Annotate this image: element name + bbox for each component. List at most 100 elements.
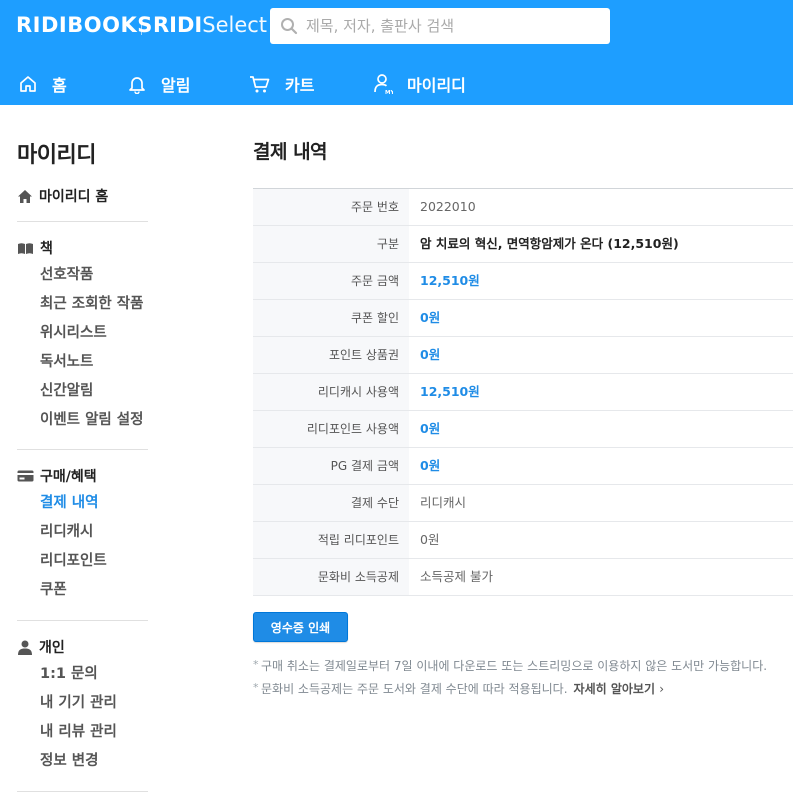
sidebar-purchase-list: 결제 내역 리디캐시 리디포인트 쿠폰 (17, 489, 148, 605)
gnb-myridi[interactable]: MY 마이리디 (373, 72, 466, 96)
cancel-policy-text: 구매 취소는 결제일로부터 7일 이내에 다운로드 또는 스트리밍으로 이용하지… (261, 659, 768, 673)
house-icon (18, 189, 32, 203)
credit-card-icon (17, 470, 34, 482)
tax-deduction-text: 문화비 소득공제는 주문 도서와 결제 수단에 따라 적용됩니다. (261, 682, 568, 696)
learn-more-label: 자세히 알아보기 (573, 682, 655, 696)
gnb-myridi-label: 마이리디 (407, 76, 466, 95)
ridi-select-logo-bold: RIDI (153, 13, 203, 37)
sidebar-item-coupon[interactable]: 쿠폰 (40, 576, 148, 605)
gnb-notification-label: 알림 (161, 76, 191, 95)
chevron-right-icon: › (659, 682, 664, 696)
ridi-select-logo[interactable]: RIDISelect (153, 13, 267, 37)
print-receipt-button[interactable]: 영수증 인쇄 (253, 612, 348, 642)
table-row: 주문 번호 20220108 (253, 189, 793, 226)
sidebar-personal-section: 개인 1:1 문의 내 기기 관리 내 리뷰 관리 정보 변경 (17, 621, 148, 792)
row-value: 0원 (420, 421, 441, 436)
table-row: PG 결제 금액 0원 (253, 448, 793, 485)
gnb-cart[interactable]: 카트 (249, 72, 314, 96)
sidebar-item-ridi-cash[interactable]: 리디캐시 (40, 518, 148, 547)
logo-divider (141, 17, 142, 35)
row-label: 리디포인트 사용액 (253, 411, 409, 447)
table-row: 결제 수단 리디캐시 (253, 485, 793, 522)
row-label: 문화비 소득공제 (253, 559, 409, 595)
table-row: 주문 금액 12,510원 (253, 263, 793, 300)
ridi-select-logo-light: Select (202, 13, 268, 37)
sidebar-item-reading-notes[interactable]: 독서노트 (40, 348, 148, 377)
row-value: 소득공제 불가 (420, 569, 493, 584)
row-value: 0원 (420, 347, 441, 362)
search-input[interactable] (306, 17, 596, 35)
sidebar-home-section: 마이리디 홈 (17, 186, 148, 222)
sidebar-book-list: 선호작품 최근 조회한 작품 위시리스트 독서노트 신간알림 이벤트 알림 설정 (17, 261, 148, 435)
row-label: 쿠폰 할인 (253, 300, 409, 336)
row-value: 12,510원 (420, 384, 480, 399)
row-label: PG 결제 금액 (253, 448, 409, 484)
row-label: 리디캐시 사용액 (253, 374, 409, 410)
table-row: 리디포인트 사용액 0원 (253, 411, 793, 448)
row-label: 결제 수단 (253, 485, 409, 521)
gnb-cart-label: 카트 (285, 76, 315, 95)
cancel-policy-note: 구매 취소는 결제일로부터 7일 이내에 다운로드 또는 스트리밍으로 이용하지… (253, 657, 793, 681)
sidebar-item-wishlist[interactable]: 위시리스트 (40, 319, 148, 348)
tax-deduction-note: 문화비 소득공제는 주문 도서와 결제 수단에 따라 적용됩니다. 자세히 알아보… (253, 680, 793, 704)
row-label: 적립 리디포인트 (253, 522, 409, 558)
global-nav: 홈 알림 카트 MY 마이리디 (0, 62, 793, 105)
sidebar-item-myridi-home-label: 마이리디 홈 (39, 189, 109, 205)
sidebar-item-event-alert-settings[interactable]: 이벤트 알림 설정 (40, 406, 148, 435)
sidebar-item-ridi-point[interactable]: 리디포인트 (40, 547, 148, 576)
sidebar-item-device-management[interactable]: 내 기기 관리 (40, 689, 148, 718)
cart-icon (250, 76, 270, 93)
sidebar-purchase-heading: 구매/혜택 (17, 466, 148, 486)
row-label: 주문 번호 (253, 189, 409, 225)
book-icon (18, 242, 33, 254)
sidebar-book-title: 책 (40, 241, 53, 257)
table-row: 쿠폰 할인 0원 (253, 300, 793, 337)
table-row: 적립 리디포인트 0원 (253, 522, 793, 559)
person-icon (18, 640, 32, 655)
sidebar-personal-heading: 개인 (17, 637, 148, 657)
gnb-home-label: 홈 (52, 76, 67, 95)
main-content: 결제 내역 주문 번호 20220108 구분 암 치료의 혁신, 면역항암제가… (253, 137, 793, 696)
payment-detail-table: 주문 번호 20220108 구분 암 치료의 혁신, 면역항암제가 온다 (1… (253, 188, 793, 596)
page-title: 결제 내역 (253, 141, 328, 163)
search-icon (281, 18, 298, 35)
bell-icon (129, 77, 145, 94)
sidebar-item-edit-info[interactable]: 정보 변경 (40, 747, 148, 776)
sidebar-item-new-release-alert[interactable]: 신간알림 (40, 377, 148, 406)
table-row: 리디캐시 사용액 12,510원 (253, 374, 793, 411)
table-row: 구분 암 치료의 혁신, 면역항암제가 온다 (12,510원) (253, 226, 793, 263)
sidebar-item-myridi-home[interactable]: 마이리디 홈 (17, 186, 148, 206)
gnb-home[interactable]: 홈 (18, 72, 67, 96)
sidebar-book-section: 책 선호작품 최근 조회한 작품 위시리스트 독서노트 신간알림 이벤트 알림 … (17, 222, 148, 450)
sidebar-purchase-title: 구매/혜택 (40, 469, 97, 485)
sidebar-item-recent-viewed[interactable]: 최근 조회한 작품 (40, 290, 148, 319)
learn-more-link[interactable]: 자세히 알아보기 › (574, 682, 664, 696)
row-value: 리디캐시 (420, 495, 467, 510)
row-value: 20220108 (420, 199, 476, 214)
sidebar-purchase-section: 구매/혜택 결제 내역 리디캐시 리디포인트 쿠폰 (17, 450, 148, 621)
row-value: 0원 (420, 458, 441, 473)
ridibooks-logo[interactable]: RIDIBOOKS (16, 13, 153, 37)
sidebar-item-payment-history[interactable]: 결제 내역 (40, 489, 148, 518)
sidebar-item-review-management[interactable]: 내 리뷰 관리 (40, 718, 148, 747)
sidebar-item-inquiry[interactable]: 1:1 문의 (40, 660, 148, 689)
home-icon (20, 76, 36, 92)
sidebar: 마이리디 마이리디 홈 책 선호작품 최근 조회한 작품 위시리스트 독서노트 … (17, 137, 148, 792)
table-row: 문화비 소득공제 소득공제 불가 (253, 559, 793, 596)
svg-text:MY: MY (385, 90, 393, 95)
row-value: 0원 (420, 532, 440, 547)
gnb-notification[interactable]: 알림 (127, 72, 190, 96)
sidebar-personal-title: 개인 (39, 640, 65, 656)
payment-notes: 구매 취소는 결제일로부터 7일 이내에 다운로드 또는 스트리밍으로 이용하지… (253, 657, 793, 704)
row-label: 주문 금액 (253, 263, 409, 299)
row-label: 포인트 상품권 (253, 337, 409, 373)
sidebar-item-favorites[interactable]: 선호작품 (40, 261, 148, 290)
table-row: 포인트 상품권 0원 (253, 337, 793, 374)
my-user-icon: MY (374, 74, 393, 95)
row-value: 12,510원 (420, 273, 480, 288)
search-box[interactable] (270, 8, 610, 44)
row-label: 구분 (253, 226, 409, 262)
row-value: 0원 (420, 310, 441, 325)
sidebar-title: 마이리디 (17, 143, 96, 168)
row-value: 암 치료의 혁신, 면역항암제가 온다 (12,510원) (420, 236, 679, 251)
